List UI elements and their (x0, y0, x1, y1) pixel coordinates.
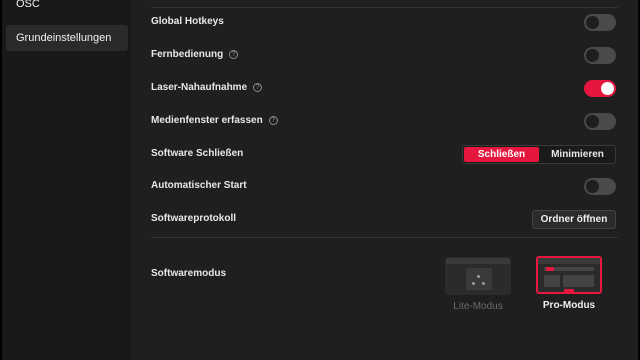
lite-mode-option[interactable]: Lite-Modus (445, 257, 511, 312)
settings-panel: Global Hotkeys Fernbedienung? Laser-Naha… (131, 0, 638, 360)
setting-row-global-hotkeys: Global Hotkeys (131, 13, 638, 33)
remote-toggle[interactable] (584, 47, 616, 64)
global-hotkeys-toggle[interactable] (584, 14, 616, 31)
help-icon[interactable]: ? (253, 83, 263, 92)
laser-toggle[interactable] (584, 80, 616, 97)
setting-row-remote: Fernbedienung? (131, 46, 638, 66)
close-behavior-segmented-control: Schließen Minimieren (462, 145, 616, 164)
media-capture-toggle[interactable] (584, 113, 616, 130)
pro-mode-label: Pro-Modus (542, 300, 596, 311)
thumbnail-titlebar (538, 258, 600, 264)
toggle-knob (586, 180, 599, 193)
setting-label: Softwaremodus (151, 268, 227, 279)
setting-row-log: Softwareprotokoll Ordner öffnen (131, 210, 638, 230)
thumbnail-panel (563, 275, 594, 287)
divider (151, 237, 618, 238)
close-option-button[interactable]: Schließen (464, 147, 539, 162)
help-icon[interactable]: ? (229, 50, 239, 59)
sidebar-item-osc[interactable]: OSC (6, 0, 128, 17)
thumbnail-dot (472, 282, 475, 285)
toggle-knob (586, 16, 599, 29)
setting-row-close-software: Software Schließen Schließen Minimieren (131, 145, 638, 165)
divider (151, 7, 618, 8)
pro-mode-thumbnail (536, 256, 602, 294)
setting-row-autostart: Automatischer Start (131, 177, 638, 197)
thumbnail-accent (546, 267, 554, 271)
setting-row-laser: Laser-Nahaufnahme? (131, 79, 638, 99)
setting-label-text: Laser-Nahaufnahme (151, 82, 248, 93)
setting-label: Fernbedienung? (151, 49, 239, 60)
setting-label: Global Hotkeys (151, 16, 224, 27)
setting-label: Softwareprotokoll (151, 213, 237, 224)
setting-label: Automatischer Start (151, 180, 247, 191)
thumbnail-dot (477, 275, 480, 278)
toggle-knob (601, 82, 614, 95)
minimize-option-button[interactable]: Minimieren (540, 146, 615, 163)
toggle-knob (586, 115, 599, 128)
thumbnail-accent (564, 289, 574, 292)
setting-label: Software Schließen (151, 148, 244, 159)
sidebar-item-grundeinstellungen[interactable]: Grundeinstellungen (6, 25, 128, 51)
pro-mode-option[interactable]: Pro-Modus (536, 256, 602, 311)
lite-mode-thumbnail (445, 257, 511, 295)
setting-label: Medienfenster erfassen? (151, 115, 278, 126)
thumbnail-titlebar (446, 258, 510, 264)
lite-mode-label: Lite-Modus (453, 301, 503, 312)
sidebar: OSC Grundeinstellungen (2, 0, 131, 360)
toggle-knob (586, 49, 599, 62)
thumbnail-dot (482, 282, 485, 285)
setting-label: Laser-Nahaufnahme? (151, 82, 263, 93)
setting-row-media-capture: Medienfenster erfassen? (131, 112, 638, 132)
open-folder-button[interactable]: Ordner öffnen (532, 210, 616, 229)
setting-label-text: Medienfenster erfassen (151, 115, 263, 126)
thumbnail-panel (466, 268, 492, 290)
autostart-toggle[interactable] (584, 178, 616, 195)
help-icon[interactable]: ? (268, 116, 278, 125)
setting-label-text: Fernbedienung (151, 49, 224, 60)
thumbnail-panel (544, 275, 560, 287)
